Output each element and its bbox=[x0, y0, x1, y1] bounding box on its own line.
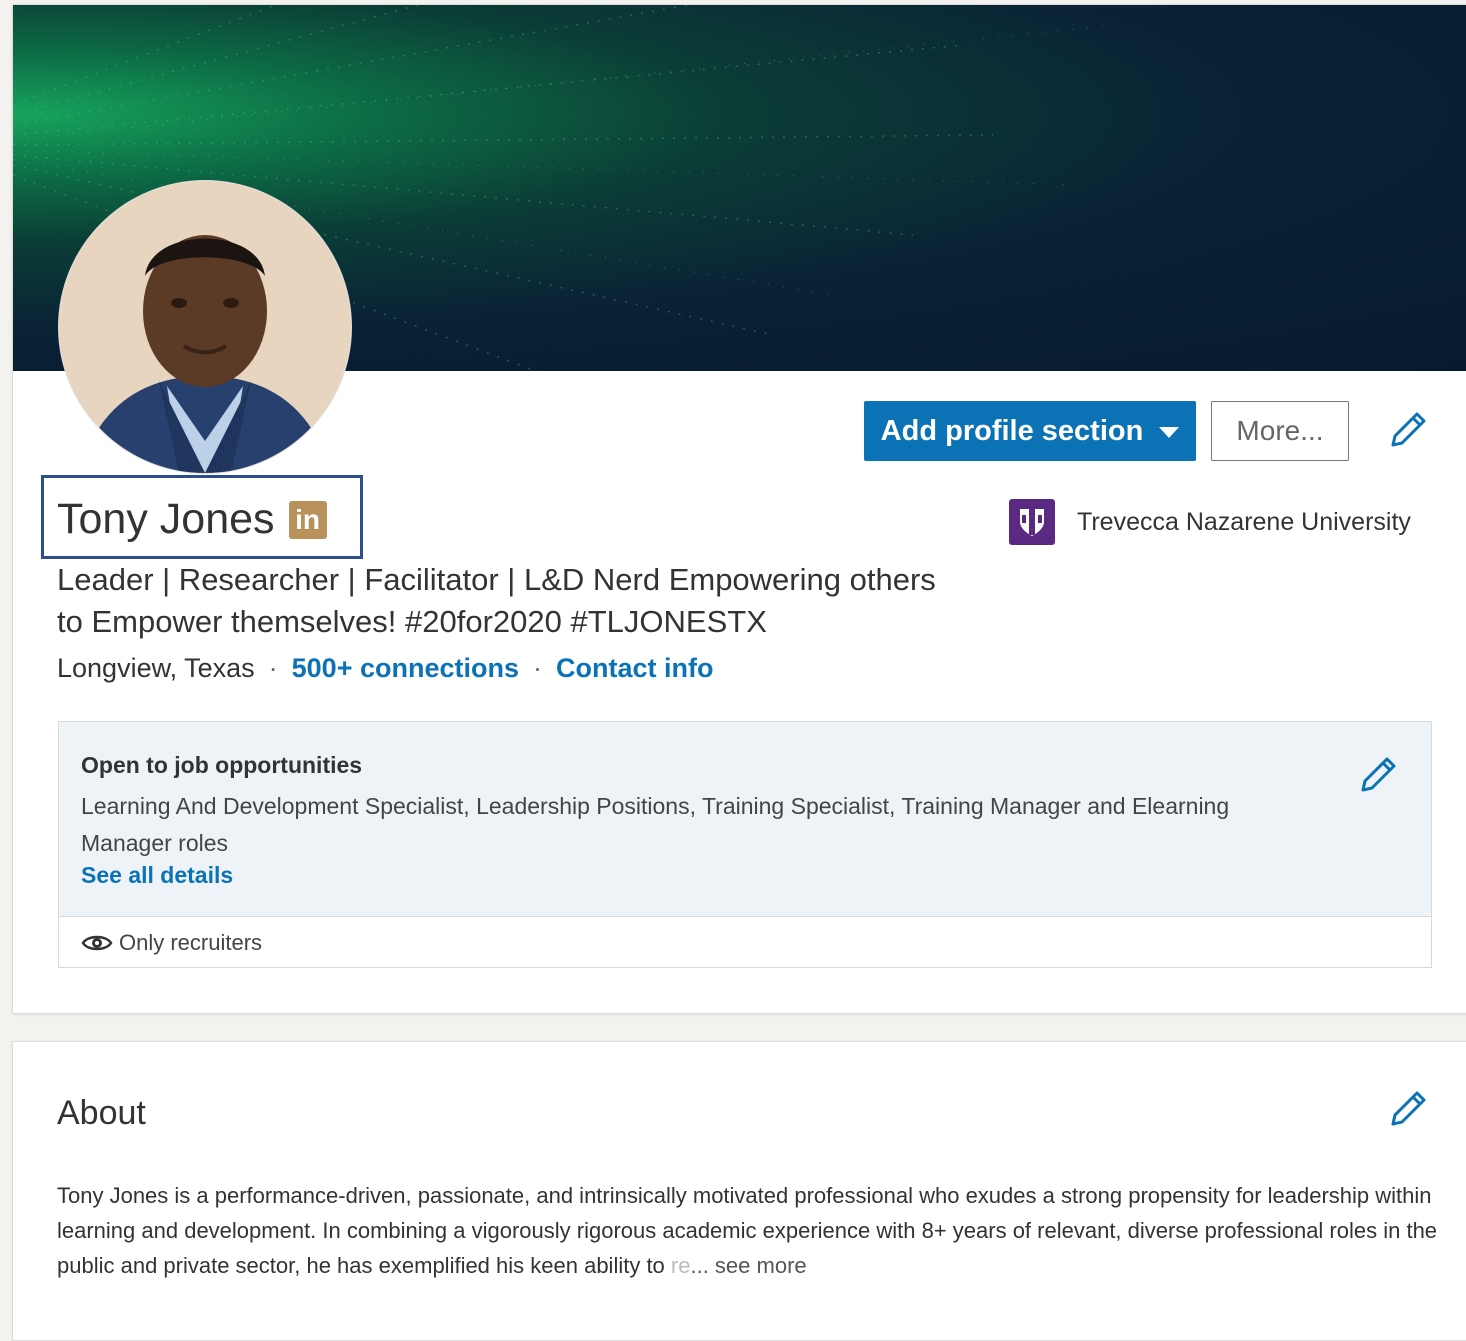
more-button[interactable]: More... bbox=[1211, 401, 1349, 461]
profile-name: Tony Jones in bbox=[57, 495, 327, 544]
linkedin-premium-badge-icon: in bbox=[288, 500, 327, 539]
about-faded-text: re bbox=[670, 1253, 691, 1278]
edit-about-pencil-icon[interactable] bbox=[1385, 1088, 1429, 1132]
eye-icon bbox=[81, 935, 113, 951]
see-more-link[interactable]: ... see more bbox=[690, 1253, 806, 1278]
connections-link[interactable]: 500+ connections bbox=[292, 653, 519, 684]
pencil-icon bbox=[1391, 1091, 1426, 1126]
school-crest bbox=[1020, 509, 1044, 536]
edit-open-to-work-pencil-icon[interactable] bbox=[1355, 754, 1399, 798]
profile-meta: Longview, Texas · 500+ connections · Con… bbox=[57, 653, 713, 684]
see-all-details-link[interactable]: See all details bbox=[81, 862, 233, 889]
contact-info-link[interactable]: Contact info bbox=[556, 653, 713, 684]
profile-headline: Leader | Researcher | Facilitator | L&D … bbox=[57, 562, 936, 639]
more-label: More... bbox=[1236, 415, 1324, 446]
open-to-work-description: Learning And Development Specialist, Lea… bbox=[81, 793, 1230, 856]
pencil-icon bbox=[1361, 757, 1396, 792]
education-shortcut[interactable]: Trevecca Nazarene University bbox=[1009, 499, 1411, 545]
shield-icon bbox=[1009, 499, 1055, 545]
separator: · bbox=[532, 653, 542, 683]
location: Longview, Texas bbox=[57, 653, 255, 683]
visibility-text: Only recruiters bbox=[119, 930, 263, 955]
open-to-work-card: Open to job opportunities Learning And D… bbox=[58, 721, 1432, 968]
badge-text: in bbox=[295, 503, 320, 535]
about-card: About Tony Jones is a performance-driven… bbox=[12, 1041, 1466, 1341]
add-profile-section-button[interactable]: Add profile section bbox=[864, 401, 1196, 461]
profile-photo[interactable] bbox=[59, 181, 351, 473]
caret-down-icon bbox=[1159, 426, 1180, 438]
pencil-icon bbox=[1391, 412, 1426, 447]
open-to-work-body: Open to job opportunities Learning And D… bbox=[59, 722, 1431, 917]
profile-card: Add profile section More... Tony Jones i… bbox=[12, 4, 1466, 1014]
open-to-work-title: Open to job opportunities bbox=[81, 752, 363, 778]
visibility-indicator: Only recruiters bbox=[81, 930, 262, 956]
add-profile-section-label: Add profile section bbox=[880, 414, 1144, 447]
about-summary: Tony Jones is a performance-driven, pass… bbox=[57, 1178, 1447, 1283]
profile-name-text: Tony Jones bbox=[57, 495, 275, 543]
edit-intro-pencil-icon[interactable] bbox=[1385, 409, 1429, 453]
separator: · bbox=[268, 653, 278, 683]
about-title: About bbox=[57, 1094, 146, 1132]
avatar-portrait bbox=[59, 181, 351, 473]
school-name: Trevecca Nazarene University bbox=[1077, 507, 1411, 536]
